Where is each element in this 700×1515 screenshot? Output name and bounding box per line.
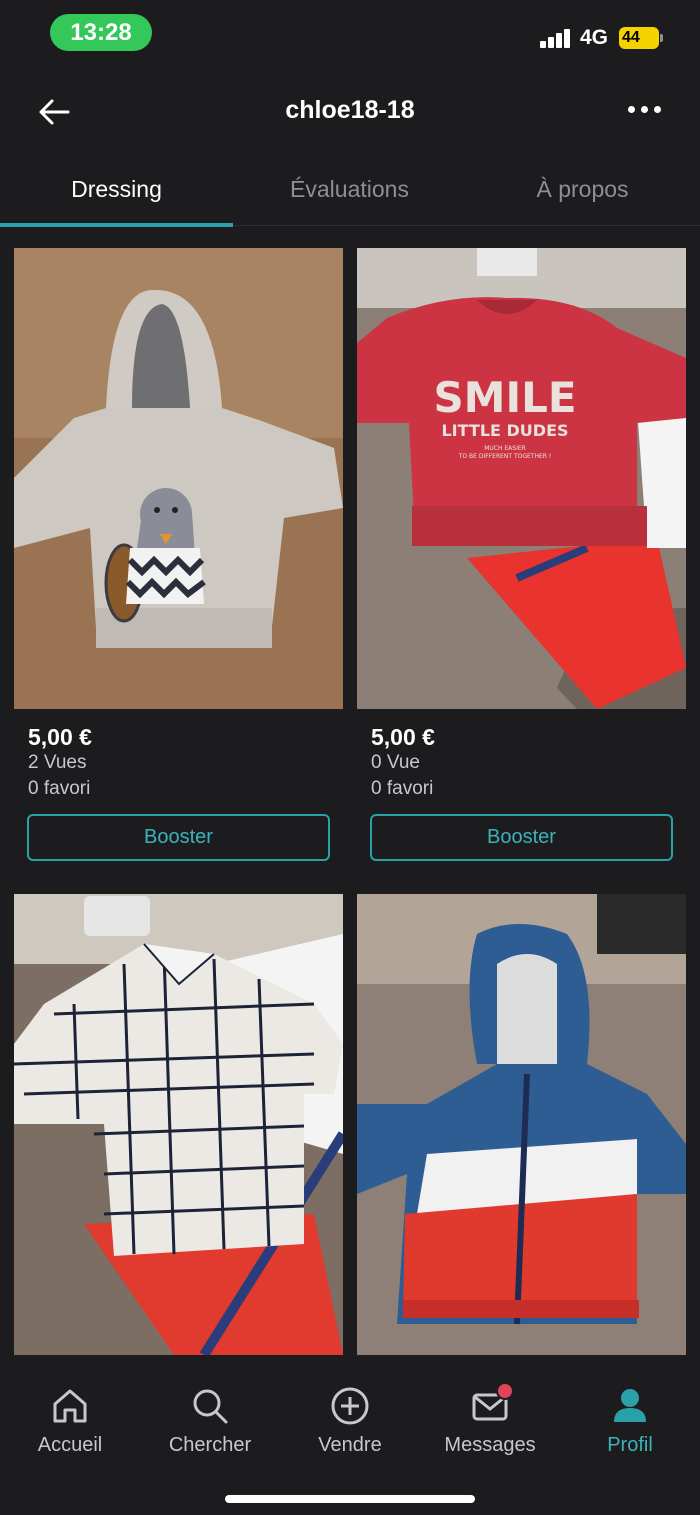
battery-icon: 44 bbox=[619, 27, 663, 49]
person-icon bbox=[614, 1389, 646, 1422]
home-icon bbox=[53, 1389, 87, 1423]
item-grid: 5,00 € 2 Vues 0 favori Booster SMILE LIT… bbox=[14, 248, 686, 1358]
sweatshirt-print-line3: MUCH EASIER bbox=[484, 445, 526, 452]
nav-label: Messages bbox=[444, 1434, 536, 1456]
notification-badge bbox=[496, 1382, 514, 1400]
tab-a-propos[interactable]: À propos bbox=[466, 160, 699, 226]
sweatshirt-print-line1: SMILE bbox=[433, 373, 576, 422]
page-title: chloe18-18 bbox=[285, 96, 415, 124]
network-type: 4G bbox=[580, 26, 609, 49]
item-favorites: 0 favori bbox=[28, 778, 91, 799]
status-bar: 13:28 4G 44 bbox=[0, 0, 700, 64]
nav-vendre[interactable]: Vendre bbox=[280, 1382, 420, 1462]
tab-evaluations[interactable]: Évaluations bbox=[233, 160, 466, 226]
item-photo[interactable] bbox=[357, 894, 686, 1355]
battery-level: 44 bbox=[622, 29, 640, 46]
more-options-icon[interactable] bbox=[624, 102, 664, 118]
nav-profil[interactable]: Profil bbox=[560, 1382, 700, 1462]
boost-button[interactable]: Booster bbox=[370, 814, 673, 861]
bottom-navigation: Accueil Chercher Vendre Messages Profil bbox=[0, 1360, 700, 1515]
status-time: 13:28 bbox=[50, 14, 152, 51]
item-price: 5,00 € bbox=[28, 724, 92, 750]
item-photo[interactable] bbox=[14, 894, 343, 1355]
nav-label: Vendre bbox=[318, 1434, 382, 1456]
item-views: 2 Vues bbox=[28, 752, 87, 773]
nav-accueil[interactable]: Accueil bbox=[0, 1382, 140, 1462]
sweatshirt-print-line2: LITTLE DUDES bbox=[441, 421, 568, 440]
item-card[interactable]: SMILE LITTLE DUDES MUCH EASIER TO BE DIF… bbox=[357, 248, 686, 868]
signal-icon bbox=[540, 28, 572, 48]
nav-messages[interactable]: Messages bbox=[420, 1382, 560, 1462]
grey-knit-hoodie-beaver-icon bbox=[14, 248, 343, 709]
checked-shirt-red-shorts-icon bbox=[14, 894, 343, 1355]
profile-tabs: Dressing Évaluations À propos bbox=[0, 160, 700, 227]
red-smile-sweatshirt-icon: SMILE LITTLE DUDES MUCH EASIER TO BE DIF… bbox=[357, 248, 686, 709]
item-photo[interactable]: SMILE LITTLE DUDES MUCH EASIER TO BE DIF… bbox=[357, 248, 686, 709]
nav-label: Profil bbox=[607, 1434, 653, 1456]
tab-dressing[interactable]: Dressing bbox=[0, 160, 233, 226]
item-views: 0 Vue bbox=[371, 752, 420, 773]
item-favorites: 0 favori bbox=[371, 778, 434, 799]
nav-label: Accueil bbox=[37, 1434, 103, 1456]
boost-button[interactable]: Booster bbox=[27, 814, 330, 861]
nav-label: Chercher bbox=[168, 1434, 252, 1456]
item-photo[interactable] bbox=[14, 248, 343, 709]
item-card[interactable]: 5,00 € 2 Vues 0 favori Booster bbox=[14, 248, 343, 868]
blue-white-red-windbreaker-icon bbox=[357, 894, 686, 1355]
active-tab-indicator bbox=[0, 223, 233, 227]
item-card[interactable] bbox=[14, 894, 343, 1358]
item-price: 5,00 € bbox=[371, 724, 435, 750]
plus-circle-icon bbox=[331, 1387, 369, 1425]
sweatshirt-print-line4: TO BE DIFFERENT TOGETHER ! bbox=[458, 453, 552, 460]
nav-chercher[interactable]: Chercher bbox=[140, 1382, 280, 1462]
header: chloe18-18 bbox=[0, 64, 700, 160]
home-indicator[interactable] bbox=[225, 1495, 475, 1503]
item-card[interactable] bbox=[357, 894, 686, 1358]
search-icon bbox=[193, 1389, 228, 1424]
